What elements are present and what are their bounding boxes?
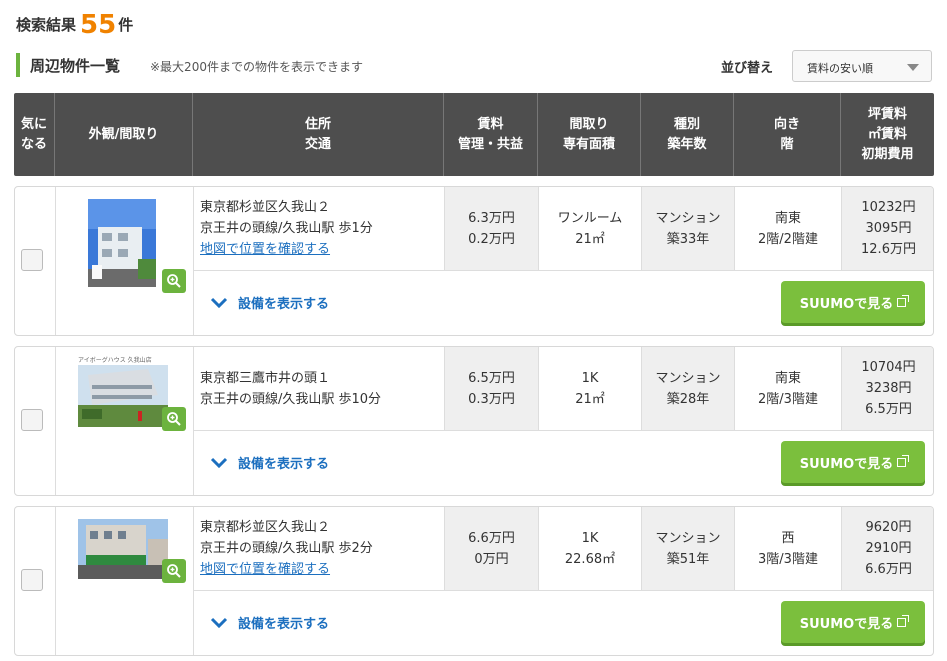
show-equipment-toggle[interactable]: 設備を表示する: [210, 293, 329, 312]
building-age: 築33年: [666, 231, 710, 247]
management-fee: 0.2万円: [468, 231, 515, 247]
col-header-address: 住所 交通: [193, 93, 444, 176]
tsubo-price: 10232円: [861, 200, 916, 215]
suumo-button[interactable]: SUUMOで見る: [781, 441, 925, 483]
direction: 西: [781, 530, 795, 546]
rent: 6.5万円: [468, 370, 515, 386]
zoom-in-button[interactable]: [162, 559, 186, 583]
show-equipment-toggle[interactable]: 設備を表示する: [210, 453, 329, 472]
col-header-price: 坪賃料 ㎡賃料 初期費用: [861, 106, 914, 162]
result-count: 55: [80, 10, 117, 40]
zoom-in-icon: [167, 412, 181, 426]
col-header-photo: 外観/間取り: [55, 93, 193, 176]
listing-info-row: 東京都三鷹市井の頭１ 京王井の頭線/久我山駅 歩10分 6.5万円 0.3万円 …: [194, 347, 933, 431]
result-unit: 件: [118, 16, 134, 34]
col-header-rent: 賃料 管理・共益: [444, 93, 538, 176]
suumo-button[interactable]: SUUMOで見る: [781, 281, 925, 323]
sort-label: 並び替え: [721, 61, 774, 76]
tsubo-price: 10704円: [861, 360, 916, 375]
tsubo-price: 9620円: [865, 520, 912, 535]
section-header: 周辺物件一覧 ※最大200件までの物件を表示できます 並び替え 賃料の安い順: [16, 50, 932, 82]
transit: 京王井の頭線/久我山駅 歩1分: [200, 221, 373, 236]
show-equipment-toggle[interactable]: 設備を表示する: [210, 613, 329, 632]
building-type: マンション: [655, 530, 721, 546]
floor-plan: 1K: [581, 370, 599, 386]
external-link-icon: [897, 454, 910, 467]
building-type: マンション: [655, 370, 721, 386]
favorite-checkbox[interactable]: [21, 409, 43, 431]
management-fee: 0.3万円: [468, 391, 515, 407]
col-header-layout: 間取り 専有面積: [538, 93, 641, 176]
initial-cost: 12.6万円: [861, 242, 916, 257]
map-link[interactable]: 地図で位置を確認する: [200, 239, 330, 260]
floor: 2階/3階建: [758, 391, 818, 407]
address: 東京都杉並区久我山２: [200, 200, 331, 215]
map-link[interactable]: 地図で位置を確認する: [200, 559, 330, 580]
sort-selected-value: 賃料の安い順: [807, 62, 873, 75]
rent: 6.3万円: [468, 210, 515, 226]
zoom-in-button[interactable]: [162, 269, 186, 293]
building-photo[interactable]: [78, 365, 168, 427]
sqm-price: 2910円: [865, 541, 912, 556]
chevron-down-icon: [210, 457, 228, 468]
result-label: 検索結果: [16, 16, 77, 34]
external-link-icon: [897, 294, 910, 307]
management-fee: 0万円: [474, 551, 509, 567]
zoom-in-button[interactable]: [162, 407, 186, 431]
building-photo[interactable]: [78, 519, 168, 579]
direction: 南東: [774, 210, 801, 226]
table-header: 気に なる 外観/間取り 住所 交通 賃料 管理・共益 間取り 専有面積 種別 築年数 向…: [14, 93, 934, 176]
chevron-down-icon: [907, 64, 919, 71]
favorite-checkbox[interactable]: [21, 569, 43, 591]
listing-card: アイボーグハウス 久我山店 東京都三鷹市井の頭１ 京王井の頭線/久我山駅 歩10…: [14, 346, 934, 496]
direction: 南東: [774, 370, 801, 386]
floor-area: 22.68㎡: [564, 551, 616, 567]
col-header-direction: 向き階: [734, 93, 841, 176]
listing-info-row: 東京都杉並区久我山２ 京王井の頭線/久我山駅 歩1分 地図で位置を確認する 6.…: [194, 187, 933, 271]
result-count-heading: 検索結果 55 件: [16, 10, 133, 40]
listing-card: 東京都杉並区久我山２ 京王井の頭線/久我山駅 歩1分 地図で位置を確認する 6.…: [14, 186, 934, 336]
favorite-checkbox[interactable]: [21, 249, 43, 271]
col-header-type: 種別 築年数: [641, 93, 734, 176]
floor: 3階/3階建: [758, 551, 818, 567]
listing-card: 東京都杉並区久我山２ 京王井の頭線/久我山駅 歩2分 地図で位置を確認する 6.…: [14, 506, 934, 656]
initial-cost: 6.5万円: [865, 402, 912, 417]
zoom-in-icon: [167, 274, 181, 288]
floor: 2階/2階建: [758, 231, 818, 247]
sort-select[interactable]: 賃料の安い順: [792, 50, 932, 82]
photo-caption: アイボーグハウス 久我山店: [78, 357, 152, 364]
floor-plan: ワンルーム: [557, 210, 623, 226]
transit: 京王井の頭線/久我山駅 歩10分: [200, 391, 382, 407]
sqm-price: 3095円: [865, 221, 912, 236]
chevron-down-icon: [210, 297, 228, 308]
external-link-icon: [897, 614, 910, 627]
building-age: 築51年: [666, 551, 710, 567]
col-header-favorite: 気に なる: [14, 93, 55, 176]
address: 東京都杉並区久我山２: [200, 520, 331, 535]
section-note: ※最大200件までの物件を表示できます: [150, 60, 363, 74]
floor-plan: 1K: [581, 530, 599, 546]
initial-cost: 6.6万円: [865, 562, 912, 577]
building-type: マンション: [655, 210, 721, 226]
sqm-price: 3238円: [865, 381, 912, 396]
transit: 京王井の頭線/久我山駅 歩2分: [200, 541, 373, 556]
suumo-button[interactable]: SUUMOで見る: [781, 601, 925, 643]
section-accent-bar: [16, 53, 20, 77]
building-photo[interactable]: [88, 199, 156, 287]
section-title: 周辺物件一覧: [30, 57, 121, 75]
rent: 6.6万円: [468, 530, 515, 546]
listing-info-row: 東京都杉並区久我山２ 京王井の頭線/久我山駅 歩2分 地図で位置を確認する 6.…: [194, 507, 933, 591]
floor-area: 21㎡: [575, 391, 605, 407]
chevron-down-icon: [210, 617, 228, 628]
floor-area: 21㎡: [575, 231, 605, 247]
building-age: 築28年: [666, 391, 710, 407]
address: 東京都三鷹市井の頭１: [200, 370, 331, 386]
zoom-in-icon: [167, 564, 181, 578]
